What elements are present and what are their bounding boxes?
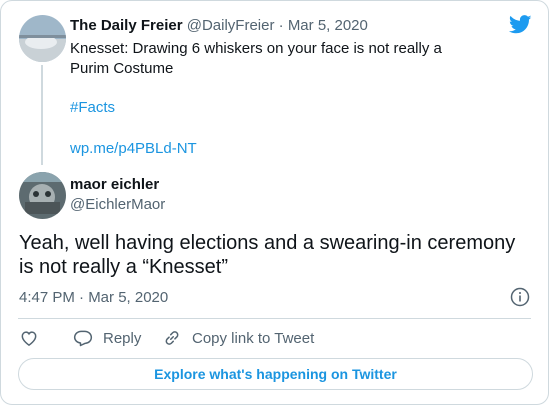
divider: [18, 318, 531, 319]
heart-icon: [21, 331, 37, 346]
reply-icon: [73, 330, 93, 347]
parent-url-link[interactable]: wp.me/p4PBLd-NT: [70, 139, 197, 159]
twitter-bird-icon[interactable]: [509, 15, 532, 34]
like-button[interactable]: [19, 326, 49, 350]
parent-tweet-header: The Daily Freier @DailyFreier · Mar 5, 2…: [70, 16, 368, 36]
link-icon: [165, 331, 179, 345]
explore-twitter-button[interactable]: Explore what's happening on Twitter: [18, 358, 533, 390]
reply-button[interactable]: Reply: [73, 326, 141, 350]
parent-handle[interactable]: @DailyFreier: [187, 17, 275, 34]
author-handle[interactable]: @EichlerMaor: [70, 195, 165, 215]
parent-date[interactable]: Mar 5, 2020: [288, 17, 368, 34]
parent-separator: ·: [274, 17, 288, 34]
parent-avatar[interactable]: [19, 15, 66, 62]
parent-hashtag-link[interactable]: #Facts: [70, 98, 115, 118]
parent-display-name[interactable]: The Daily Freier: [70, 17, 183, 34]
copy-link-label: Copy link to Tweet: [192, 329, 315, 347]
thread-connector-line: [41, 65, 43, 165]
tweet-timestamp[interactable]: 4:47 PM · Mar 5, 2020: [19, 288, 168, 308]
parent-tweet-text: Knesset: Drawing 6 whiskers on your face…: [70, 40, 442, 77]
copy-link-button[interactable]: Copy link to Tweet: [162, 326, 314, 350]
embedded-tweet-card: The Daily Freier @DailyFreier · Mar 5, 2…: [0, 0, 549, 405]
author-display-name[interactable]: maor eichler: [70, 176, 159, 194]
tweet-text: Yeah, well having elections and a sweari…: [19, 232, 516, 278]
info-icon[interactable]: [510, 287, 530, 307]
author-avatar[interactable]: [19, 172, 66, 219]
reply-label: Reply: [103, 329, 142, 347]
